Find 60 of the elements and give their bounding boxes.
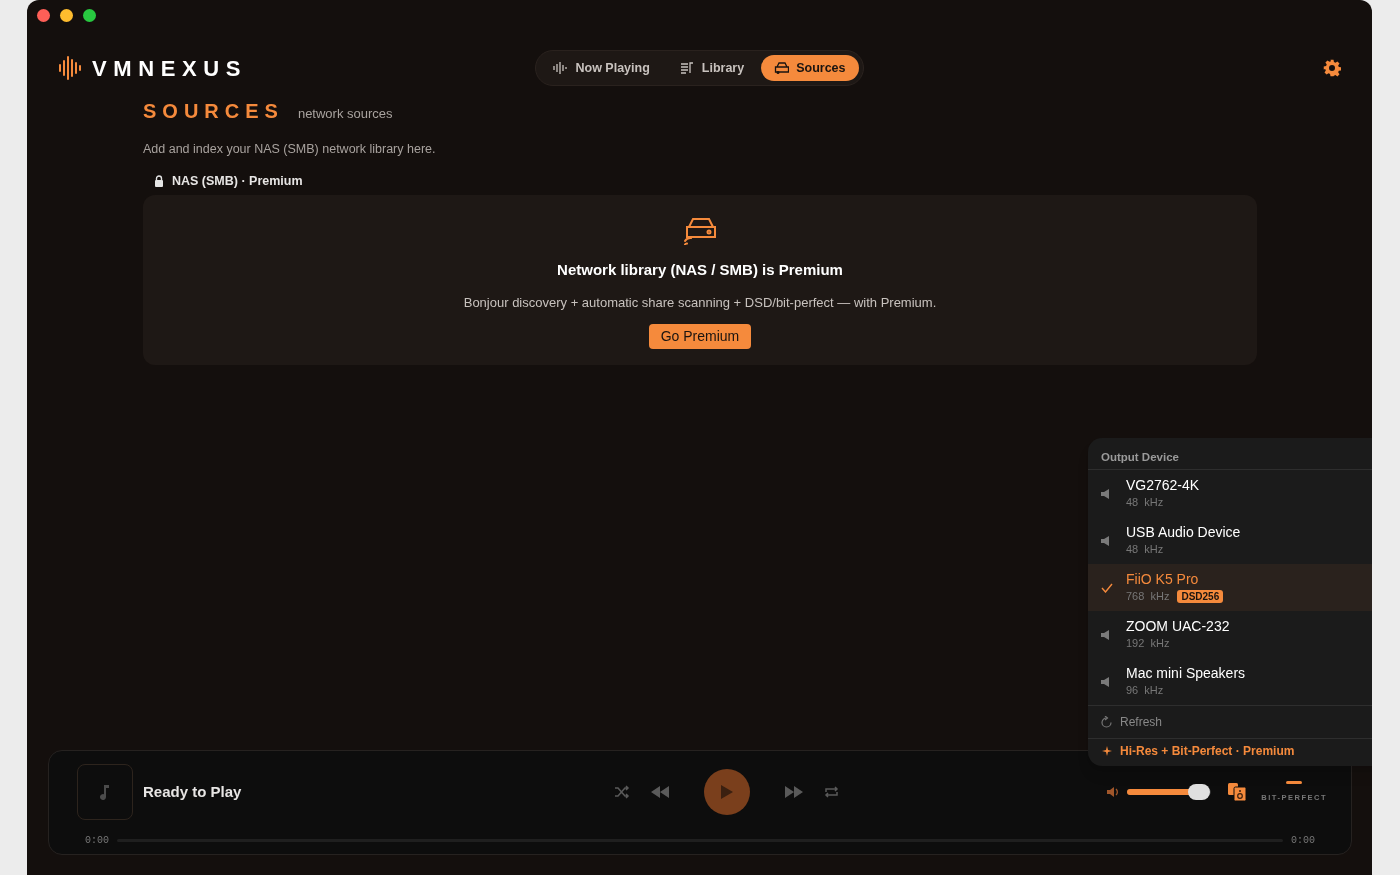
play-icon — [720, 784, 734, 800]
drive-icon — [774, 61, 790, 75]
speaker-icon — [1101, 629, 1110, 640]
sample-rate: 48 kHz — [1126, 542, 1164, 558]
sample-rate: 48 kHz — [1126, 495, 1164, 511]
checkmark-icon — [1101, 582, 1113, 593]
card-text: Bonjour discovery + automatic share scanning + DSD/bit-perfect — with Premium. — [463, 294, 937, 312]
waveform-logo-icon — [58, 55, 82, 81]
nav-tab[interactable]: Sources — [761, 55, 859, 81]
nav-tab[interactable]: Library — [666, 55, 758, 81]
speakers-icon[interactable] — [1227, 782, 1248, 802]
device-name: VG2762-4K — [1126, 476, 1200, 495]
fast-forward-icon[interactable] — [784, 785, 804, 799]
refresh-button[interactable]: Refresh — [1120, 713, 1163, 731]
menu-title: Output Device — [1088, 438, 1372, 470]
volume-slider[interactable] — [1127, 782, 1212, 802]
nav-tab[interactable]: Now Playing — [540, 55, 663, 81]
sample-rate: 768 kHz — [1126, 589, 1170, 605]
page-subtitle: network sources — [297, 105, 393, 123]
output-device-item[interactable]: VG2762-4K 48 kHz — [1088, 470, 1372, 517]
page-title: SOURCES — [143, 99, 284, 124]
section-label: NAS (SMB) · Premium — [172, 172, 303, 190]
go-premium-button[interactable]: Go Premium — [648, 323, 752, 349]
music-list-icon — [679, 61, 695, 75]
speaker-icon — [1101, 535, 1110, 546]
repeat-icon[interactable] — [824, 785, 839, 799]
shuffle-icon[interactable] — [614, 785, 630, 799]
settings-icon[interactable] — [1323, 59, 1341, 77]
premium-upsell-link[interactable]: Hi-Res + Bit-Perfect · Premium — [1120, 741, 1295, 760]
device-name: ZOOM UAC-232 — [1126, 617, 1230, 636]
output-device-item[interactable]: ZOOM UAC-232 192 kHz — [1088, 611, 1372, 658]
card-title: Network library (NAS / SMB) is Premium — [557, 259, 843, 280]
output-device-item[interactable]: FiiO K5 Pro 768 kHz DSD256 — [1088, 564, 1372, 611]
volume-thumb[interactable] — [1187, 784, 1210, 800]
output-device-item[interactable]: Mac mini Speakers 96 kHz — [1088, 658, 1372, 705]
device-name: USB Audio Device — [1126, 523, 1241, 542]
app-logo: VMNEXUS — [92, 54, 247, 83]
total-time: 0:00 — [1291, 834, 1315, 848]
zoom-window-button[interactable] — [83, 9, 96, 22]
page-description: Add and index your NAS (SMB) network library here. — [143, 141, 437, 158]
speaker-icon — [1101, 488, 1110, 499]
device-name: FiiO K5 Pro — [1126, 570, 1200, 589]
waveform-icon — [553, 61, 569, 75]
music-note-icon — [100, 784, 110, 800]
network-drive-icon — [681, 216, 719, 245]
speaker-icon — [1101, 676, 1110, 687]
sample-rate: 192 kHz — [1126, 636, 1170, 652]
sample-rate: 96 kHz — [1126, 683, 1164, 699]
bit-perfect-indicator — [1286, 780, 1303, 784]
elapsed-time: 0:00 — [85, 834, 109, 848]
output-device-item[interactable]: USB Audio Device 48 kHz — [1088, 517, 1372, 564]
device-name: Mac mini Speakers — [1126, 664, 1246, 683]
refresh-icon — [1101, 716, 1112, 728]
minimize-window-button[interactable] — [60, 9, 73, 22]
track-title: Ready to Play — [143, 781, 243, 802]
rewind-icon[interactable] — [650, 785, 670, 799]
close-window-button[interactable] — [37, 9, 50, 22]
volume-icon[interactable] — [1106, 786, 1121, 798]
format-badge: DSD256 — [1177, 590, 1224, 603]
lock-icon — [154, 175, 164, 188]
